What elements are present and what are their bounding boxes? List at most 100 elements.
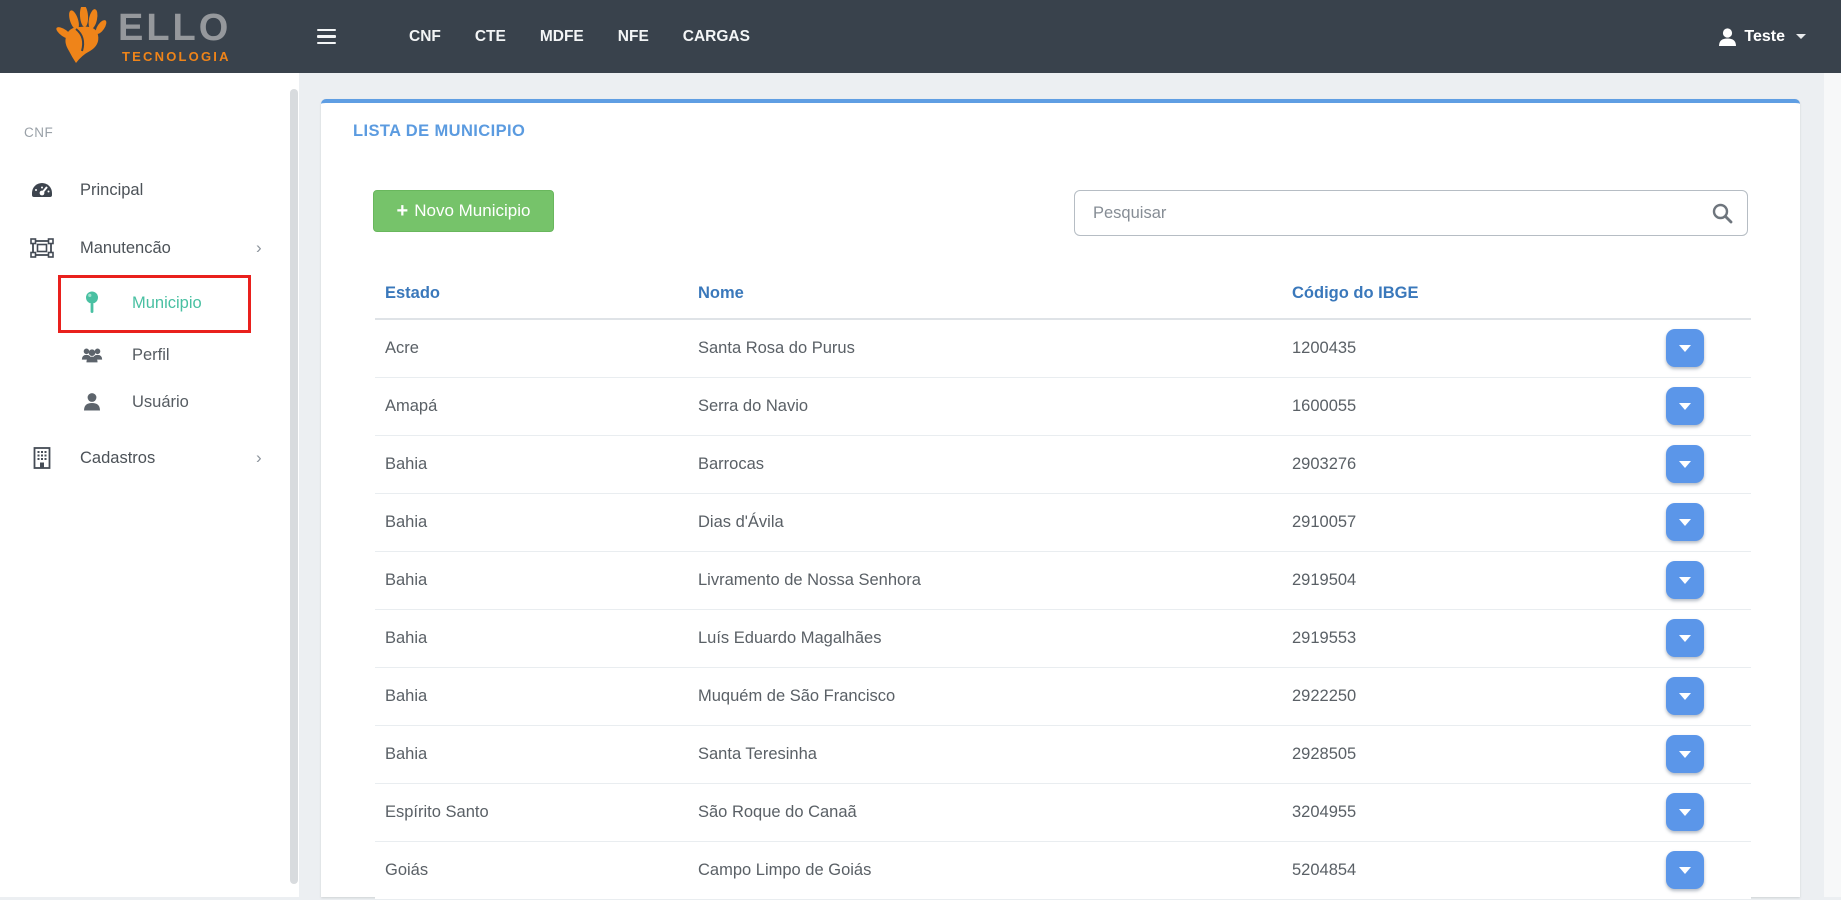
- row-actions-dropdown-button[interactable]: [1666, 561, 1704, 599]
- hand-logo-icon: [52, 7, 114, 67]
- brand-logo[interactable]: ELLO TECNOLOGIA: [0, 0, 299, 73]
- sidebar-scrollbar[interactable]: [290, 89, 298, 884]
- sidebar-item-label: Perfil: [132, 335, 170, 375]
- municipio-table: Estado Nome Código do IBGE Acre Santa Ro…: [375, 273, 1751, 900]
- row-actions-dropdown-button[interactable]: [1666, 503, 1704, 541]
- search-box: [1074, 190, 1748, 236]
- table-row: Bahia Muquém de São Francisco 2922250: [375, 667, 1751, 725]
- nav-item-cargas[interactable]: CARGAS: [666, 0, 767, 73]
- brand-subtitle: TECNOLOGIA: [122, 50, 231, 63]
- caret-down-icon: [1679, 809, 1691, 816]
- cell-nome: Dias d'Ávila: [688, 493, 1282, 551]
- nav-item-cnf[interactable]: CNF: [392, 0, 458, 73]
- column-header-actions: [1537, 273, 1751, 319]
- cell-estado: Acre: [375, 319, 688, 377]
- table-row: Goiás Campo Limpo de Goiás 5204854: [375, 841, 1751, 899]
- column-header-nome: Nome: [688, 273, 1282, 319]
- building-icon: [30, 438, 54, 478]
- user-menu[interactable]: Teste: [1718, 0, 1806, 73]
- cell-estado: Bahia: [375, 609, 688, 667]
- chevron-right-icon: ›: [256, 228, 262, 268]
- caret-down-icon: [1679, 519, 1691, 526]
- table-row: Bahia Dias d'Ávila 2910057: [375, 493, 1751, 551]
- search-input[interactable]: [1074, 190, 1748, 236]
- brand-name: ELLO: [118, 9, 231, 47]
- cell-codigo-ibge: 2910057: [1282, 493, 1537, 551]
- table-row: Bahia Livramento de Nossa Senhora 291950…: [375, 551, 1751, 609]
- cell-nome: São Roque do Canaã: [688, 783, 1282, 841]
- row-actions-dropdown-button[interactable]: [1666, 793, 1704, 831]
- cell-nome: Santa Teresinha: [688, 725, 1282, 783]
- novo-municipio-button[interactable]: + Novo Municipio: [373, 190, 554, 232]
- caret-down-icon: [1679, 461, 1691, 468]
- sidebar-item-label: Principal: [80, 170, 143, 210]
- users-icon: [80, 335, 104, 375]
- page-title: LISTA DE MUNICIPIO: [353, 122, 525, 141]
- row-actions-dropdown-button[interactable]: [1666, 735, 1704, 773]
- sidebar-item-label: Usuário: [132, 382, 189, 422]
- sidebar: CNF Principal Manutencão ›: [0, 73, 299, 897]
- column-header-estado: Estado: [375, 273, 688, 319]
- table-row: Bahia Santa Teresinha 2928505: [375, 725, 1751, 783]
- chevron-down-icon: [1796, 34, 1806, 39]
- row-actions-dropdown-button[interactable]: [1666, 387, 1704, 425]
- main-content: LISTA DE MUNICIPIO + Novo Municipio Esta…: [299, 73, 1841, 897]
- novo-municipio-label: Novo Municipio: [414, 201, 530, 221]
- cell-estado: Bahia: [375, 725, 688, 783]
- chevron-right-icon: ›: [256, 438, 262, 478]
- user-icon: [1718, 27, 1737, 47]
- sidebar-item-principal[interactable]: Principal: [0, 170, 280, 210]
- cell-codigo-ibge: 2919504: [1282, 551, 1537, 609]
- cell-nome: Serra do Navio: [688, 377, 1282, 435]
- sidebar-item-manutencao[interactable]: Manutencão ›: [0, 228, 280, 268]
- user-name: Teste: [1744, 28, 1785, 46]
- cell-estado: Bahia: [375, 493, 688, 551]
- cell-nome: Livramento de Nossa Senhora: [688, 551, 1282, 609]
- top-navbar: ELLO TECNOLOGIA CNFCTEMDFENFECARGAS Test…: [0, 0, 1841, 73]
- caret-down-icon: [1679, 751, 1691, 758]
- cell-estado: Goiás: [375, 841, 688, 899]
- table-row: Amapá Serra do Navio 1600055: [375, 377, 1751, 435]
- caret-down-icon: [1679, 635, 1691, 642]
- table-header-row: Estado Nome Código do IBGE: [375, 273, 1751, 319]
- user-icon: [80, 382, 104, 422]
- cell-codigo-ibge: 5204854: [1282, 841, 1537, 899]
- sidebar-item-municipio[interactable]: Municipio: [0, 283, 280, 323]
- caret-down-icon: [1679, 693, 1691, 700]
- table-row: Acre Santa Rosa do Purus 1200435: [375, 319, 1751, 377]
- row-actions-dropdown-button[interactable]: [1666, 329, 1704, 367]
- row-actions-dropdown-button[interactable]: [1666, 445, 1704, 483]
- cell-estado: Bahia: [375, 435, 688, 493]
- cell-nome: Santa Rosa do Purus: [688, 319, 1282, 377]
- cell-nome: Campo Limpo de Goiás: [688, 841, 1282, 899]
- cell-codigo-ibge: 3204955: [1282, 783, 1537, 841]
- sidebar-item-label: Municipio: [132, 283, 202, 323]
- row-actions-dropdown-button[interactable]: [1666, 851, 1704, 889]
- cell-codigo-ibge: 1200435: [1282, 319, 1537, 377]
- sidebar-toggle-hamburger-icon[interactable]: [308, 0, 344, 73]
- sidebar-section-label: CNF: [24, 125, 53, 140]
- sidebar-item-cadastros[interactable]: Cadastros ›: [0, 438, 280, 478]
- nav-item-cte[interactable]: CTE: [458, 0, 523, 73]
- row-actions-dropdown-button[interactable]: [1666, 619, 1704, 657]
- page-scrollbar[interactable]: [1824, 73, 1841, 897]
- nav-item-mdfe[interactable]: MDFE: [523, 0, 601, 73]
- search-icon[interactable]: [1711, 202, 1733, 224]
- plus-icon: +: [397, 201, 409, 221]
- caret-down-icon: [1679, 345, 1691, 352]
- sidebar-item-perfil[interactable]: Perfil: [0, 335, 280, 375]
- nav-item-nfe[interactable]: NFE: [601, 0, 666, 73]
- sidebar-item-usuario[interactable]: Usuário: [0, 382, 280, 422]
- cell-codigo-ibge: 2919553: [1282, 609, 1537, 667]
- map-pin-icon: [80, 283, 104, 323]
- municipio-table-body: Acre Santa Rosa do Purus 1200435 Amapá S…: [375, 319, 1751, 899]
- cell-estado: Amapá: [375, 377, 688, 435]
- cell-estado: Espírito Santo: [375, 783, 688, 841]
- municipio-list-card: LISTA DE MUNICIPIO + Novo Municipio Esta…: [321, 99, 1800, 897]
- row-actions-dropdown-button[interactable]: [1666, 677, 1704, 715]
- cell-codigo-ibge: 1600055: [1282, 377, 1537, 435]
- cell-codigo-ibge: 2928505: [1282, 725, 1537, 783]
- cell-nome: Barrocas: [688, 435, 1282, 493]
- caret-down-icon: [1679, 577, 1691, 584]
- table-row: Bahia Barrocas 2903276: [375, 435, 1751, 493]
